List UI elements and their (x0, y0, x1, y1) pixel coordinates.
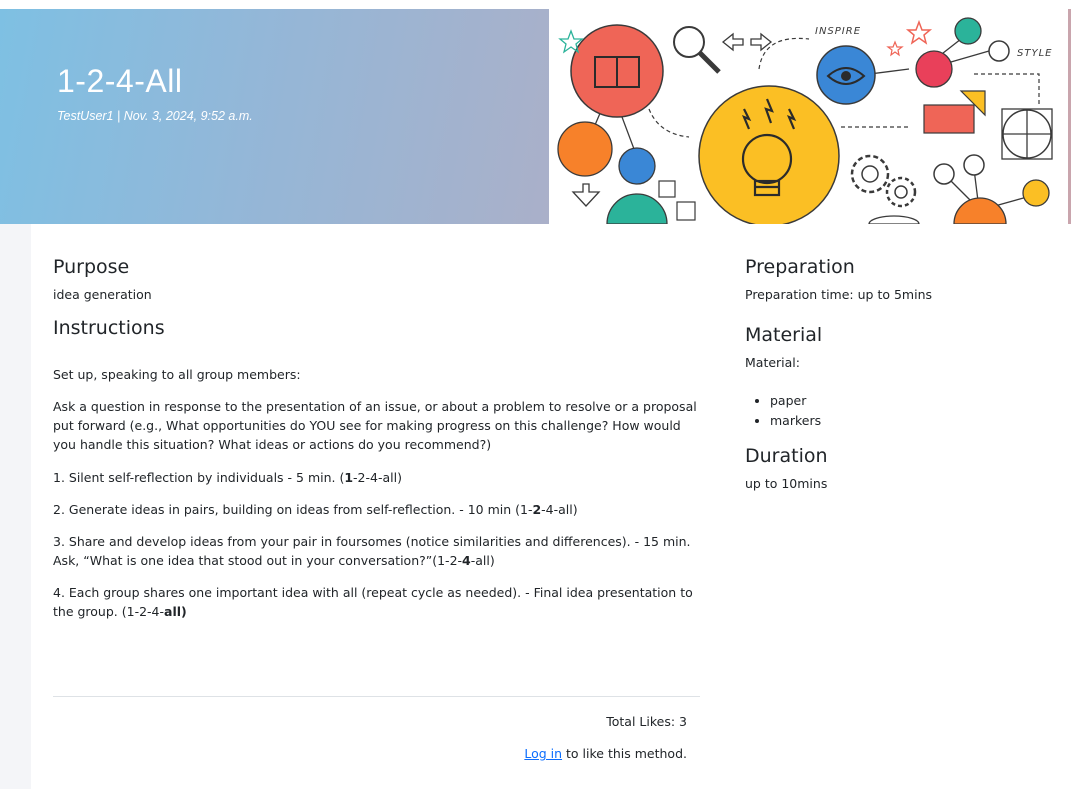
method-title: 1-2-4-All (57, 63, 183, 99)
instruction-step-2: 2. Generate ideas in pairs, building on … (53, 502, 578, 517)
style-word: STYLE (1017, 48, 1052, 59)
material-label: Material: (745, 355, 800, 370)
purpose-heading: Purpose (53, 256, 130, 278)
instruction-step-1: 1. Silent self-reflection by individuals… (53, 470, 402, 485)
top-strip (0, 0, 1071, 9)
purpose-text: idea generation (53, 287, 152, 302)
duration-text: up to 10mins (745, 476, 828, 491)
instructions-heading: Instructions (53, 317, 165, 339)
footer-divider (53, 696, 700, 697)
material-heading: Material (745, 324, 823, 346)
total-likes: Total Likes: 3 (606, 714, 687, 729)
login-suffix: to like this method. (562, 746, 687, 761)
header-banner: 1-2-4-All TestUser1 | Nov. 3, 2024, 9:52… (0, 9, 549, 224)
login-link[interactable]: Log in (524, 746, 562, 761)
author-date: TestUser1 | Nov. 3, 2024, 9:52 a.m. (57, 109, 253, 123)
login-prompt: Log in to like this method. (524, 746, 687, 761)
duration-heading: Duration (745, 445, 828, 467)
instructions-setup: Set up, speaking to all group members: (53, 367, 301, 382)
ideas-illustration: INSPIRE STYLE (557, 17, 1053, 224)
inspire-word: INSPIRE (815, 26, 861, 37)
method-card: Purpose idea generation Instructions Set… (31, 224, 1071, 789)
material-list: paper markers (745, 391, 821, 431)
list-item: paper (770, 391, 821, 411)
preparation-heading: Preparation (745, 256, 855, 278)
list-item: markers (770, 411, 821, 431)
instruction-step-3: 3. Share and develop ideas from your pai… (53, 534, 691, 568)
method-header: 1-2-4-All TestUser1 | Nov. 3, 2024, 9:52… (0, 9, 1071, 224)
instruction-step-4: 4. Each group shares one important idea … (53, 585, 693, 619)
preparation-text: Preparation time: up to 5mins (745, 287, 932, 302)
instructions-question: Ask a question in response to the presen… (53, 399, 697, 452)
header-illustration: INSPIRE STYLE (549, 9, 1071, 224)
